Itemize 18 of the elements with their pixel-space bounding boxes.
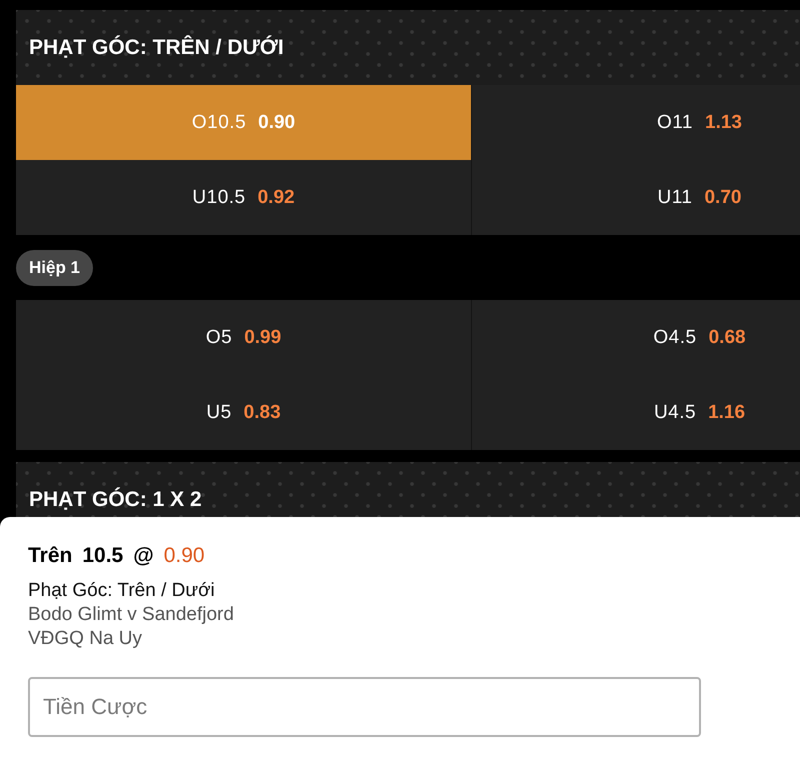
odds-button[interactable]: O4.5 0.68 bbox=[472, 300, 800, 375]
market-name: Phạt Góc: Trên / Dưới bbox=[28, 579, 215, 603]
odds-button[interactable]: U10.5 0.92 bbox=[16, 160, 471, 235]
stake-input[interactable]: Tiền Cược bbox=[28, 677, 701, 737]
odds-button[interactable]: U4.5 1.16 bbox=[472, 375, 800, 450]
period-tab[interactable]: Hiệp 1 bbox=[16, 250, 94, 286]
event-name: Bodo Glimt v Sandefjord bbox=[28, 603, 234, 627]
selection-label: Trên bbox=[28, 543, 72, 569]
section-title: PHẠT GÓC: TRÊN / DƯỚI bbox=[29, 36, 284, 60]
odds-value: 0.90 bbox=[164, 543, 205, 569]
at-sign: @ bbox=[133, 543, 154, 569]
odds-button[interactable]: U11 0.70 bbox=[472, 160, 800, 235]
section-title: PHẠT GÓC: 1 X 2 bbox=[29, 488, 202, 512]
line-value: 10.5 bbox=[82, 543, 124, 569]
odds-button[interactable]: U5 0.83 bbox=[16, 375, 471, 450]
odds-button[interactable]: O11 1.13 bbox=[472, 85, 800, 160]
odds-button[interactable]: O5 0.99 bbox=[16, 300, 471, 375]
league-name: VĐGQ Na Uy bbox=[28, 627, 142, 651]
